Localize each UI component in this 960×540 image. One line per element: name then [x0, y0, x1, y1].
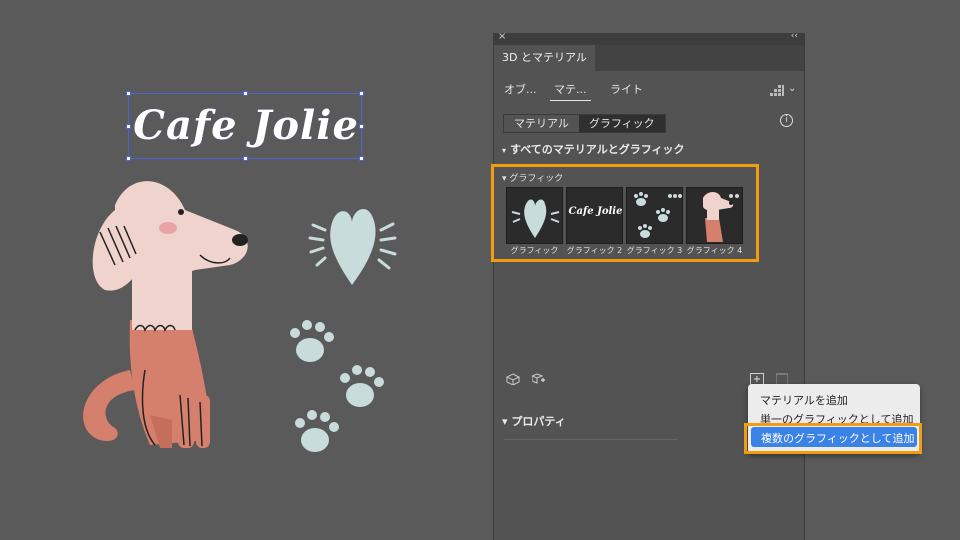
selection-handle[interactable] — [359, 156, 364, 161]
panel-footer-icons — [506, 373, 546, 385]
dog-illustration[interactable] — [60, 170, 260, 460]
thumbnail-paws — [626, 187, 683, 244]
thumbnail-dog — [686, 187, 743, 244]
menu-item-add-material[interactable]: マテリアルを追加 — [760, 392, 848, 408]
selection-handle[interactable] — [243, 91, 248, 96]
info-icon[interactable]: i — [780, 114, 793, 127]
thumbnail-logo: Cafe Jolie — [566, 187, 623, 244]
selection-bounding-box[interactable] — [128, 93, 362, 159]
thumbnail-caption: グラフィック 3 — [626, 246, 683, 255]
section-properties[interactable]: ▾ プロパティ — [502, 413, 566, 429]
selection-handle[interactable] — [126, 156, 131, 161]
chevron-down-icon: ▾ — [502, 415, 512, 428]
tab-3d-materials[interactable]: 3D とマテリアル — [494, 45, 595, 71]
close-icon[interactable]: × — [498, 31, 506, 42]
section-all-label: すべてのマテリアルとグラフィック — [510, 143, 685, 156]
selection-handle[interactable] — [126, 124, 131, 129]
segment-graphics[interactable]: グラフィック — [578, 115, 665, 132]
thumbnail-logo-text: Cafe Jolie — [568, 206, 623, 217]
cube-export-icon[interactable] — [532, 373, 546, 385]
graphics-group-title[interactable]: ▾ グラフィック — [502, 171, 563, 184]
panel-tab-bar: 3D とマテリアル — [494, 45, 804, 71]
materials-graphics-toggle: マテリアル グラフィック — [503, 114, 666, 133]
artboard-canvas[interactable]: Cafe Jolie — [0, 0, 960, 540]
menu-highlight-box — [744, 423, 922, 454]
panel-header: × ‹‹ — [494, 31, 804, 45]
heart-illustration[interactable] — [305, 200, 400, 290]
collapse-icon[interactable]: ‹‹ — [791, 31, 798, 41]
graphic-thumbnail[interactable]: Cafe Jolie グラフィック 2 — [566, 187, 623, 256]
selection-handle[interactable] — [359, 124, 364, 129]
thumbnail-caption: グラフィック 4 — [686, 246, 743, 255]
selection-handle[interactable] — [359, 91, 364, 96]
chevron-down-icon: ▾ — [502, 146, 507, 155]
tab-material[interactable]: マテ... — [550, 81, 591, 101]
graphics-thumbnails: グラフィック Cafe Jolie グラフィック 2 グラフィック 3 グラフィ… — [506, 187, 743, 256]
segment-materials[interactable]: マテリアル — [504, 115, 579, 132]
tab-lighting[interactable]: ライト — [610, 81, 643, 97]
divider — [504, 439, 678, 440]
section-all-materials[interactable]: ▾ すべてのマテリアルとグラフィック — [502, 141, 684, 157]
paw-prints-illustration[interactable] — [285, 315, 395, 460]
chevron-down-icon[interactable]: ⌄ — [788, 83, 796, 94]
selection-handle[interactable] — [126, 91, 131, 96]
render-grid-icon[interactable] — [770, 85, 784, 97]
tab-object[interactable]: オブ... — [504, 81, 537, 97]
3d-materials-panel: × ‹‹ 3D とマテリアル オブ... マテ... ライト ⌄ マテリアル グ… — [491, 31, 805, 540]
thumbnail-caption: グラフィック — [510, 246, 559, 255]
graphic-thumbnail[interactable]: グラフィック — [506, 187, 563, 256]
cube-icon[interactable] — [506, 373, 520, 385]
selection-handle[interactable] — [243, 156, 248, 161]
graphic-thumbnail[interactable]: グラフィック 4 — [686, 187, 743, 256]
thumbnail-caption: グラフィック 2 — [566, 246, 623, 255]
properties-label: プロパティ — [511, 415, 566, 428]
graphics-group-label: グラフィック — [509, 174, 564, 184]
graphic-thumbnail[interactable]: グラフィック 3 — [626, 187, 683, 256]
thumbnail-heart — [506, 187, 563, 244]
